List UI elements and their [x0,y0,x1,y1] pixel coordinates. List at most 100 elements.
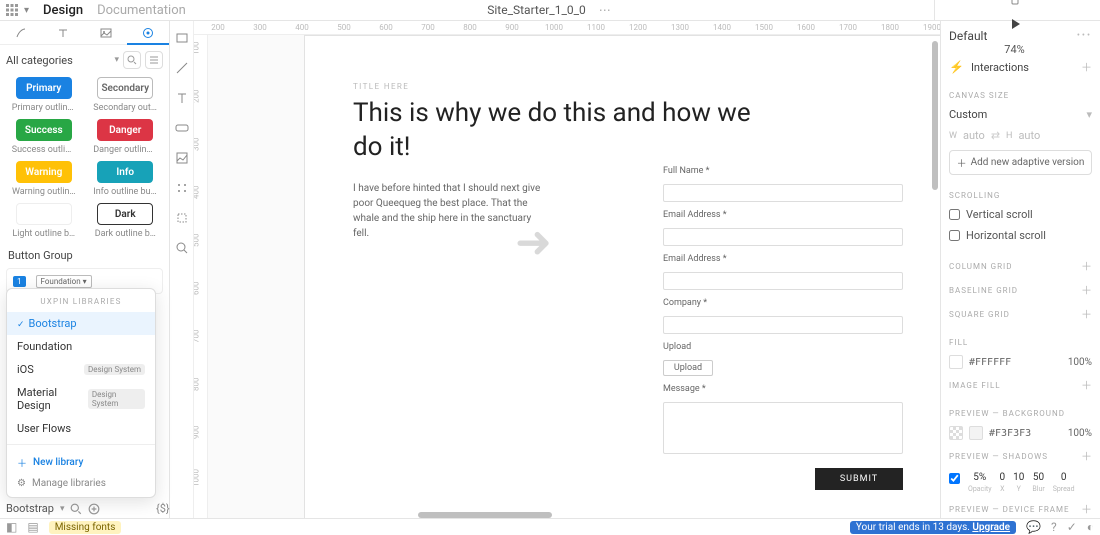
add-interaction-icon[interactable]: ＋ [1081,59,1092,75]
tool-icon-icon[interactable] [175,181,189,195]
left-tab-text-icon[interactable] [42,27,84,39]
shadow-blur-input[interactable]: 50 [1033,472,1044,483]
component-success[interactable]: Success [16,119,72,141]
bg-swatch[interactable] [969,426,983,440]
left-tab-draw-icon[interactable] [0,27,42,39]
upgrade-link[interactable]: Upgrade [972,522,1010,533]
tool-button-icon[interactable] [175,121,189,135]
section-baseline-grid: BASELINE GRID [949,286,1018,295]
component-info[interactable]: Info [97,161,153,183]
bg-hex-input[interactable]: #F3F3F3 [989,428,1031,439]
current-library[interactable]: Bootstrap [6,502,54,515]
library-chevron-icon[interactable]: ▾ [60,504,65,514]
sitemap-icon[interactable]: ◧ [6,520,17,534]
library-item-userflows[interactable]: User Flows [7,417,155,440]
breakpoint-select[interactable]: Default [949,29,987,43]
layers-icon[interactable]: ▤ [27,520,38,534]
manage-libraries-button[interactable]: ⚙Manage libraries [7,472,155,491]
search-icon[interactable] [70,503,82,515]
artboard[interactable]: TITLE HERE This is why we do this and ho… [304,35,940,518]
link-icon[interactable]: ⇄ [991,129,1000,142]
add-shadow-icon[interactable]: ＋ [1081,448,1092,464]
fill-opacity-input[interactable]: 100% [1068,357,1092,368]
input-company[interactable] [663,316,903,334]
component-light[interactable] [16,203,72,225]
search-icon[interactable] [123,51,141,69]
input-fullname[interactable] [663,184,903,202]
tab-documentation[interactable]: Documentation [97,3,186,18]
shadow-spread-input[interactable]: 0 [1061,472,1067,483]
breakpoint-dots-icon[interactable]: ••• [1077,31,1092,41]
ruler-mark: 800 [463,23,477,32]
library-item-bootstrap[interactable]: ✓Bootstrap [7,312,155,335]
library-item-ios[interactable]: iOSDesign System [7,358,155,381]
bg-transparent-swatch[interactable] [949,426,963,440]
notifications-icon[interactable]: ◐ [1087,520,1094,534]
tool-text-icon[interactable] [175,91,189,105]
canvas-size-chevron-icon[interactable]: ▾ [1086,108,1092,121]
submit-button[interactable]: SUBMIT [815,468,903,490]
left-tab-image-icon[interactable] [85,27,127,39]
tool-image-icon[interactable] [175,151,189,165]
shadow-y-input[interactable]: 10 [1013,472,1024,483]
add-square-grid-icon[interactable]: ＋ [1081,306,1092,322]
tool-box-icon[interactable] [175,31,189,45]
missing-fonts-badge[interactable]: Missing fonts [49,521,122,534]
upload-button[interactable]: Upload [663,360,713,376]
add-adaptive-version-button[interactable]: ＋ Add new adaptive version [949,150,1092,175]
app-menu-chevron-icon[interactable]: ▾ [24,5,29,16]
input-email2[interactable] [663,272,903,290]
component-secondary[interactable]: Secondary [97,77,153,99]
category-chevron-icon[interactable]: ▾ [114,55,119,65]
tool-hotspot-icon[interactable] [175,211,189,225]
document-menu-icon[interactable]: ⋯ [599,3,613,17]
field-label-fullname: Full Name * [663,166,903,176]
component-primary[interactable]: Primary [16,77,72,99]
horizontal-scroll-checkbox[interactable]: Horizontal scroll [949,229,1092,242]
library-item-material[interactable]: Material DesignDesign System [7,381,155,417]
add-baseline-grid-icon[interactable]: ＋ [1081,282,1092,298]
component-danger[interactable]: Danger [97,119,153,141]
libraries-popover-title: UXPIN LIBRARIES [7,295,155,312]
shadow-opacity-input[interactable]: 5% [973,472,986,483]
tool-line-icon[interactable] [175,61,189,75]
library-item-foundation[interactable]: Foundation [7,335,155,358]
canvas-size-select[interactable]: Custom [949,108,987,121]
new-library-button[interactable]: ＋New library [7,449,155,472]
add-icon[interactable] [88,503,100,515]
shadow-x-input[interactable]: 0 [1000,472,1006,483]
add-column-grid-icon[interactable]: ＋ [1081,258,1092,274]
fill-hex-input[interactable]: #FFFFFF [969,357,1011,368]
component-dark[interactable]: Dark [97,203,153,225]
arrow-icon[interactable]: ➜ [515,216,552,268]
add-image-fill-icon[interactable]: ＋ [1081,377,1092,393]
approve-icon[interactable]: ✓ [1067,520,1077,534]
add-device-frame-icon[interactable]: ＋ [1081,501,1092,517]
canvas-vertical-scrollbar[interactable] [932,41,938,190]
category-select[interactable]: All categories [6,54,110,67]
headline-text[interactable]: This is why we do this and how we do it! [353,97,779,165]
width-input[interactable]: auto [963,129,985,142]
device-preview-icon[interactable] [1008,0,1022,5]
left-tab-components-icon[interactable] [127,27,169,39]
interactions-row[interactable]: ⚡ Interactions [949,60,1029,74]
component-warning[interactable]: Warning [16,161,72,183]
ruler-mark: 200 [211,23,225,32]
fill-swatch[interactable] [949,355,963,369]
height-input[interactable]: auto [1018,129,1040,142]
tab-design[interactable]: Design [43,3,83,18]
input-email1[interactable] [663,228,903,246]
tool-search-icon[interactable] [175,241,189,255]
vertical-scroll-checkbox[interactable]: Vertical scroll [949,208,1092,221]
ruler-mark: 1400 [713,23,731,32]
comments-icon[interactable]: 💬 [1026,520,1041,534]
ruler-mark: 1000 [545,23,563,32]
bg-opacity-input[interactable]: 100% [1068,428,1092,439]
help-icon[interactable]: ? [1051,520,1057,534]
shadow-enable-checkbox[interactable] [949,473,960,484]
trial-banner[interactable]: Your trial ends in 13 days. Upgrade [850,521,1016,534]
textarea-message[interactable] [663,402,903,454]
list-view-icon[interactable] [145,51,163,69]
overline-text[interactable]: TITLE HERE [353,82,779,91]
app-menu-icon[interactable] [6,4,18,16]
